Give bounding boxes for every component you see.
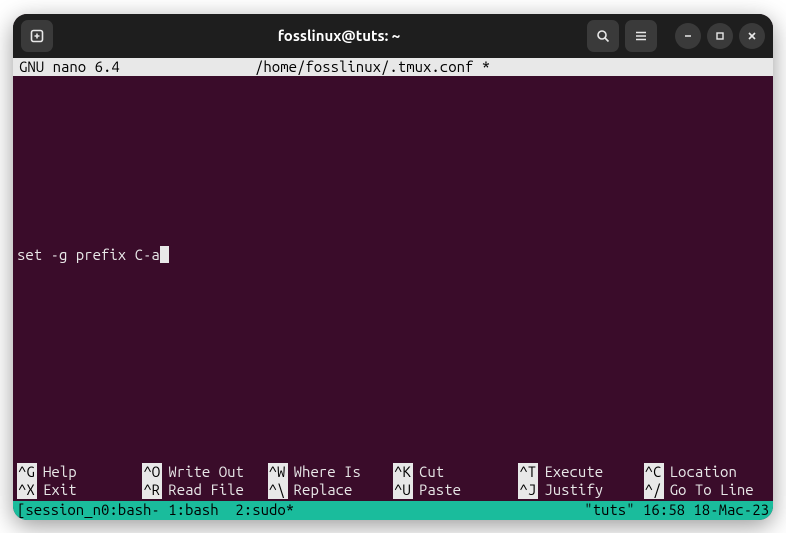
help-item: ^G Help	[17, 463, 142, 481]
help-label: Read File	[168, 481, 244, 499]
help-item: ^J Justify	[518, 481, 643, 499]
terminal-window: fosslinux@tuts: ~	[13, 14, 773, 520]
help-item: ^\ Replace	[268, 481, 393, 499]
help-label: Help	[43, 463, 77, 481]
nano-titlebar: GNU nano 6.4 /home/fosslinux/.tmux.conf …	[13, 58, 773, 76]
help-label: Exit	[43, 481, 77, 499]
terminal-body[interactable]: GNU nano 6.4 /home/fosslinux/.tmux.conf …	[13, 58, 773, 520]
help-label: Go To Line	[670, 481, 754, 499]
nano-file-name: /home/fosslinux/.tmux.conf *	[255, 58, 771, 76]
help-item: ^K Cut	[393, 463, 518, 481]
help-key: ^T	[518, 463, 538, 481]
menu-button[interactable]	[625, 20, 657, 52]
close-button[interactable]	[739, 23, 765, 49]
help-row-1: ^G Help ^O Write Out ^W Where Is ^K Cut ^T Ex…	[17, 463, 769, 481]
nano-app-name: GNU nano 6.4	[15, 58, 255, 76]
help-key: ^K	[393, 463, 413, 481]
window-titlebar: fosslinux@tuts: ~	[13, 14, 773, 58]
help-item: ^T Execute	[518, 463, 643, 481]
text-cursor	[160, 246, 169, 263]
editor-area[interactable]: set -g prefix C-a	[13, 76, 773, 463]
help-label: Write Out	[168, 463, 244, 481]
help-row-2: ^X Exit ^R Read File ^\ Replace ^U Paste ^J J…	[17, 481, 769, 499]
help-item: ^W Where Is	[268, 463, 393, 481]
help-item: ^/ Go To Line	[644, 481, 769, 499]
help-key: ^R	[142, 481, 162, 499]
window-title: fosslinux@tuts: ~	[97, 27, 581, 44]
help-label: Location	[670, 463, 737, 481]
help-key: ^O	[142, 463, 162, 481]
tmux-status-left: [session_n0:bash- 1:bash 2:sudo*	[17, 501, 584, 519]
help-key: ^G	[17, 463, 37, 481]
new-tab-button[interactable]	[21, 20, 53, 52]
search-button[interactable]	[587, 20, 619, 52]
help-label: Cut	[419, 463, 444, 481]
help-item: ^X Exit	[17, 481, 142, 499]
help-key: ^/	[644, 481, 664, 499]
help-key: ^X	[17, 481, 37, 499]
help-item: ^U Paste	[393, 481, 518, 499]
editor-text: set -g prefix C-a	[17, 246, 160, 264]
help-label: Execute	[544, 463, 603, 481]
minimize-button[interactable]	[675, 23, 701, 49]
help-key: ^U	[393, 481, 413, 499]
editor-content-line: set -g prefix C-a	[17, 246, 169, 264]
help-label: Justify	[544, 481, 603, 499]
help-label: Replace	[294, 481, 353, 499]
help-key: ^W	[268, 463, 288, 481]
tmux-status-right: "tuts" 16:58 18-Mac-23	[584, 501, 769, 519]
help-label: Where Is	[294, 463, 361, 481]
help-label: Paste	[419, 481, 461, 499]
help-key: ^C	[644, 463, 664, 481]
help-key: ^\	[268, 481, 288, 499]
help-key: ^J	[518, 481, 538, 499]
help-item: ^C Location	[644, 463, 769, 481]
help-item: ^O Write Out	[142, 463, 267, 481]
maximize-button[interactable]	[707, 23, 733, 49]
tmux-status-bar: [session_n0:bash- 1:bash 2:sudo* "tuts" …	[13, 501, 773, 520]
nano-help-bar: ^G Help ^O Write Out ^W Where Is ^K Cut ^T Ex…	[13, 463, 773, 501]
help-item: ^R Read File	[142, 481, 267, 499]
